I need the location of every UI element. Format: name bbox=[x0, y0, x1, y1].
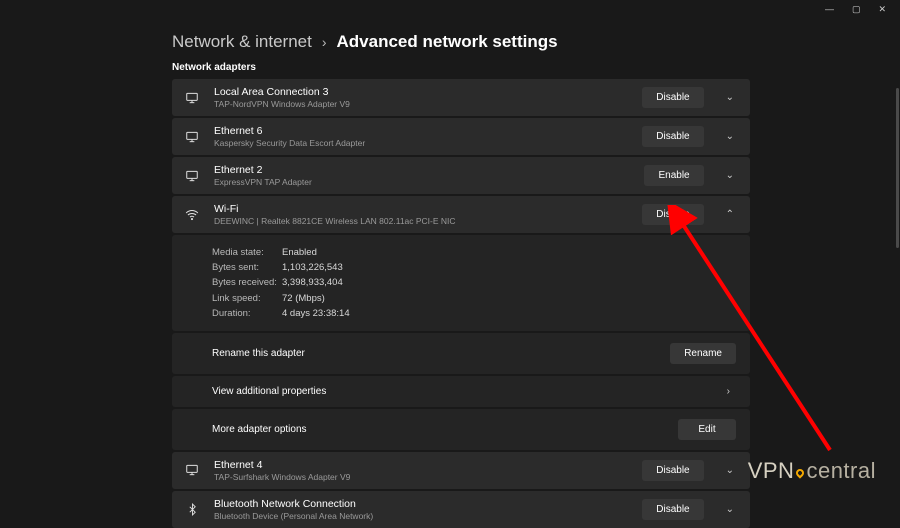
chevron-up-icon[interactable]: ⌃ bbox=[720, 209, 740, 220]
rename-label: Rename this adapter bbox=[212, 348, 670, 359]
chevron-right-icon: › bbox=[721, 386, 736, 397]
adapter-info: Wi-Fi DEEWINC | Realtek 8821CE Wireless … bbox=[214, 203, 642, 226]
edit-button[interactable]: Edit bbox=[678, 419, 736, 440]
detail-label: Bytes received: bbox=[212, 275, 282, 290]
monitor-icon bbox=[184, 129, 200, 145]
page-title: Advanced network settings bbox=[337, 32, 558, 52]
monitor-icon bbox=[184, 462, 200, 478]
rename-button[interactable]: Rename bbox=[670, 343, 736, 364]
pin-icon bbox=[795, 467, 806, 478]
detail-row: Duration: 4 days 23:38:14 bbox=[212, 306, 738, 321]
minimize-button[interactable]: — bbox=[825, 4, 834, 14]
adapter-row[interactable]: Ethernet 2 ExpressVPN TAP Adapter Enable… bbox=[172, 157, 750, 194]
adapter-row[interactable]: Ethernet 6 Kaspersky Security Data Escor… bbox=[172, 118, 750, 155]
adapter-desc: ExpressVPN TAP Adapter bbox=[214, 177, 644, 187]
scrollbar-thumb[interactable] bbox=[896, 88, 899, 248]
adapter-row[interactable]: Ethernet 4 TAP-Surfshark Windows Adapter… bbox=[172, 452, 750, 489]
chevron-down-icon[interactable]: ⌄ bbox=[720, 170, 740, 181]
more-options-row[interactable]: More adapter options Edit bbox=[172, 409, 750, 450]
wifi-expanded-panel: Media state: Enabled Bytes sent: 1,103,2… bbox=[172, 235, 750, 450]
adapter-name: Ethernet 4 bbox=[214, 459, 642, 471]
wifi-details: Media state: Enabled Bytes sent: 1,103,2… bbox=[172, 235, 750, 331]
detail-value: 4 days 23:38:14 bbox=[282, 306, 350, 321]
disable-button[interactable]: Disable bbox=[642, 204, 703, 225]
scrollbar-track[interactable] bbox=[894, 18, 900, 500]
detail-label: Media state: bbox=[212, 245, 282, 260]
adapter-desc: Bluetooth Device (Personal Area Network) bbox=[214, 511, 642, 521]
detail-value: 1,103,226,543 bbox=[282, 260, 343, 275]
detail-value: 72 (Mbps) bbox=[282, 291, 325, 306]
view-properties-row[interactable]: View additional properties › bbox=[172, 376, 750, 407]
disable-button[interactable]: Disable bbox=[642, 499, 703, 520]
maximize-button[interactable]: ▢ bbox=[852, 4, 861, 15]
watermark-text: central bbox=[806, 458, 876, 484]
adapter-info: Bluetooth Network Connection Bluetooth D… bbox=[214, 498, 642, 521]
disable-button[interactable]: Disable bbox=[642, 126, 703, 147]
adapter-info: Local Area Connection 3 TAP-NordVPN Wind… bbox=[214, 86, 642, 109]
detail-row: Link speed: 72 (Mbps) bbox=[212, 291, 738, 306]
chevron-down-icon[interactable]: ⌄ bbox=[720, 131, 740, 142]
close-button[interactable]: ✕ bbox=[878, 4, 886, 15]
settings-page: Network & internet › Advanced network se… bbox=[0, 18, 760, 528]
adapter-name: Ethernet 2 bbox=[214, 164, 644, 176]
chevron-down-icon[interactable]: ⌄ bbox=[720, 92, 740, 103]
adapter-row[interactable]: Local Area Connection 3 TAP-NordVPN Wind… bbox=[172, 79, 750, 116]
adapter-row-wifi[interactable]: Wi-Fi DEEWINC | Realtek 8821CE Wireless … bbox=[172, 196, 750, 233]
disable-button[interactable]: Disable bbox=[642, 87, 703, 108]
detail-value: Enabled bbox=[282, 245, 317, 260]
monitor-icon bbox=[184, 90, 200, 106]
enable-button[interactable]: Enable bbox=[644, 165, 703, 186]
adapter-info: Ethernet 2 ExpressVPN TAP Adapter bbox=[214, 164, 644, 187]
detail-row: Bytes received: 3,398,933,404 bbox=[212, 275, 738, 290]
adapter-desc: TAP-Surfshark Windows Adapter V9 bbox=[214, 472, 642, 482]
adapter-name: Ethernet 6 bbox=[214, 125, 642, 137]
rename-adapter-row[interactable]: Rename this adapter Rename bbox=[172, 333, 750, 374]
disable-button[interactable]: Disable bbox=[642, 460, 703, 481]
adapter-desc: DEEWINC | Realtek 8821CE Wireless LAN 80… bbox=[214, 216, 642, 226]
wifi-icon bbox=[184, 207, 200, 223]
adapter-desc: TAP-NordVPN Windows Adapter V9 bbox=[214, 99, 642, 109]
monitor-icon bbox=[184, 168, 200, 184]
detail-label: Bytes sent: bbox=[212, 260, 282, 275]
adapter-list: Local Area Connection 3 TAP-NordVPN Wind… bbox=[172, 79, 750, 528]
detail-label: Link speed: bbox=[212, 291, 282, 306]
chevron-right-icon: › bbox=[322, 34, 327, 50]
more-options-label: More adapter options bbox=[212, 424, 678, 435]
detail-row: Bytes sent: 1,103,226,543 bbox=[212, 260, 738, 275]
window-titlebar: — ▢ ✕ bbox=[0, 0, 900, 18]
adapter-desc: Kaspersky Security Data Escort Adapter bbox=[214, 138, 642, 148]
watermark: VPN central bbox=[748, 458, 876, 484]
adapter-name: Local Area Connection 3 bbox=[214, 86, 642, 98]
chevron-down-icon[interactable]: ⌄ bbox=[720, 504, 740, 515]
detail-label: Duration: bbox=[212, 306, 282, 321]
breadcrumb: Network & internet › Advanced network se… bbox=[172, 32, 760, 52]
section-heading: Network adapters bbox=[172, 62, 760, 73]
watermark-text: VPN bbox=[748, 458, 795, 484]
adapter-info: Ethernet 4 TAP-Surfshark Windows Adapter… bbox=[214, 459, 642, 482]
adapter-info: Ethernet 6 Kaspersky Security Data Escor… bbox=[214, 125, 642, 148]
detail-row: Media state: Enabled bbox=[212, 245, 738, 260]
breadcrumb-parent[interactable]: Network & internet bbox=[172, 32, 312, 52]
detail-value: 3,398,933,404 bbox=[282, 275, 343, 290]
view-properties-label: View additional properties bbox=[212, 386, 721, 397]
bluetooth-icon bbox=[184, 501, 200, 517]
adapter-name: Wi-Fi bbox=[214, 203, 642, 215]
adapter-row[interactable]: Bluetooth Network Connection Bluetooth D… bbox=[172, 491, 750, 528]
chevron-down-icon[interactable]: ⌄ bbox=[720, 465, 740, 476]
